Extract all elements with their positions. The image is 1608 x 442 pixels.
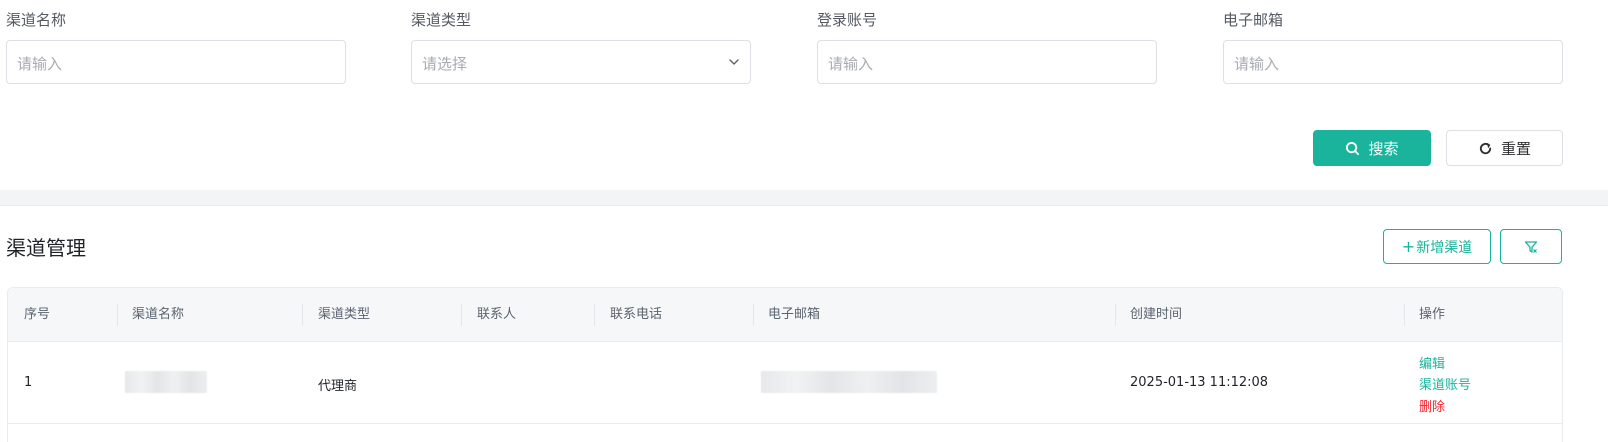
delete-link[interactable]: 删除 (1419, 396, 1445, 415)
column-header-created: 创建时间 (1130, 307, 1183, 322)
row-type: 代理商 (318, 379, 358, 394)
table-row: 1 代理商 2025-01-13 11:12:08 编辑 渠道账号 删除 (8, 342, 1562, 424)
channel-type-select[interactable]: 请选择 (411, 40, 751, 84)
page-title: 渠道管理 (6, 236, 86, 260)
table-header: 序号 渠道名称 渠道类型 联系人 联系电话 电子邮箱 创建时间 操作 (8, 288, 1562, 342)
add-channel-button[interactable]: + 新增渠道 (1383, 229, 1491, 264)
redacted-channel-name (125, 371, 207, 393)
column-header-actions: 操作 (1419, 307, 1446, 322)
column-header-contact: 联系人 (477, 307, 517, 322)
login-account-placeholder: 请输入 (828, 55, 874, 73)
column-divider (117, 304, 118, 326)
column-divider (753, 304, 754, 326)
row-created-time: 2025-01-13 11:12:08 (1130, 375, 1269, 390)
login-account-label: 登录账号 (817, 11, 878, 29)
column-divider (461, 304, 462, 326)
channel-name-placeholder: 请输入 (17, 55, 63, 73)
search-icon (1346, 141, 1360, 155)
search-button-label: 搜索 (1368, 139, 1399, 158)
email-input[interactable]: 请输入 (1223, 40, 1563, 84)
refresh-icon (1479, 142, 1492, 154)
chevron-down-icon (729, 59, 739, 65)
section-divider (0, 190, 1608, 206)
login-account-input[interactable]: 请输入 (817, 40, 1157, 84)
channel-table: 序号 渠道名称 渠道类型 联系人 联系电话 电子邮箱 创建时间 操作 1 代理商… (7, 287, 1563, 442)
column-header-phone: 联系电话 (610, 307, 663, 322)
plus-icon: + (1401, 237, 1416, 256)
reset-button-label: 重置 (1500, 139, 1531, 158)
channel-name-input[interactable]: 请输入 (6, 40, 346, 84)
channel-name-label: 渠道名称 (6, 11, 67, 29)
add-channel-label: 新增渠道 (1416, 239, 1473, 256)
column-header-email: 电子邮箱 (768, 307, 821, 322)
channel-accounts-link[interactable]: 渠道账号 (1419, 374, 1471, 393)
column-filter-button[interactable] (1500, 229, 1562, 264)
column-divider (1404, 304, 1405, 326)
channel-type-label: 渠道类型 (411, 11, 472, 29)
column-divider (302, 304, 303, 326)
search-button[interactable]: 搜索 (1313, 130, 1431, 166)
edit-link[interactable]: 编辑 (1419, 353, 1445, 372)
email-label: 电子邮箱 (1223, 11, 1284, 29)
email-placeholder: 请输入 (1234, 55, 1280, 73)
redacted-email (761, 371, 937, 393)
channel-type-placeholder: 请选择 (422, 55, 468, 73)
column-header-index: 序号 (24, 307, 51, 322)
column-header-name: 渠道名称 (132, 307, 185, 322)
column-divider (594, 304, 595, 326)
row-index: 1 (24, 375, 33, 390)
filter-icon (1524, 240, 1538, 253)
column-header-type: 渠道类型 (318, 307, 371, 322)
column-divider (1115, 304, 1116, 326)
reset-button[interactable]: 重置 (1446, 130, 1563, 166)
filter-form: 渠道名称 请输入 渠道类型 请选择 登录账号 请输入 电子邮箱 请输入 搜索 重… (0, 0, 1608, 190)
